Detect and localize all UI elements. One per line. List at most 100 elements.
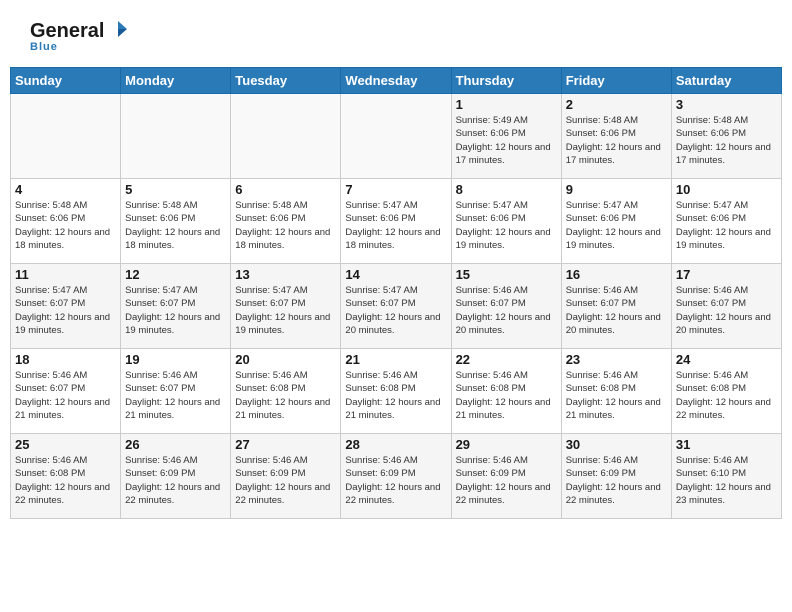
calendar-cell: 8 Sunrise: 5:47 AM Sunset: 6:06 PM Daylig… [451, 179, 561, 264]
logo-general: General [30, 20, 104, 43]
calendar-cell: 13 Sunrise: 5:47 AM Sunset: 6:07 PM Dayli… [231, 264, 341, 349]
day-number: 15 [456, 267, 557, 282]
calendar-cell [341, 94, 451, 179]
day-info: Sunrise: 5:47 AM Sunset: 6:06 PM Dayligh… [456, 199, 557, 252]
day-info: Sunrise: 5:46 AM Sunset: 6:09 PM Dayligh… [345, 454, 446, 507]
day-info: Sunrise: 5:47 AM Sunset: 6:06 PM Dayligh… [566, 199, 667, 252]
calendar-cell: 25 Sunrise: 5:46 AM Sunset: 6:08 PM Dayli… [11, 434, 121, 519]
day-number: 29 [456, 437, 557, 452]
day-number: 23 [566, 352, 667, 367]
calendar-cell [121, 94, 231, 179]
calendar-cell: 24 Sunrise: 5:46 AM Sunset: 6:08 PM Dayli… [671, 349, 781, 434]
calendar-cell: 19Sunrise: 5:46 AM Sunset: 6:07 PM Dayli… [121, 349, 231, 434]
day-info: Sunrise: 5:46 AM Sunset: 6:08 PM Dayligh… [456, 369, 557, 422]
day-number: 2 [566, 97, 667, 112]
day-number: 6 [235, 182, 336, 197]
dow-header-monday: Monday [121, 68, 231, 94]
day-info: Sunrise: 5:46 AM Sunset: 6:09 PM Dayligh… [566, 454, 667, 507]
day-info: Sunrise: 5:46 AM Sunset: 6:09 PM Dayligh… [235, 454, 336, 507]
day-info: Sunrise: 5:47 AM Sunset: 6:07 PM Dayligh… [235, 284, 336, 337]
day-info: Sunrise: 5:46 AM Sunset: 6:08 PM Dayligh… [15, 454, 116, 507]
calendar-table: SundayMondayTuesdayWednesdayThursdayFrid… [10, 67, 782, 519]
calendar-cell: 6Sunrise: 5:48 AM Sunset: 6:06 PM Daylig… [231, 179, 341, 264]
day-info: Sunrise: 5:46 AM Sunset: 6:08 PM Dayligh… [235, 369, 336, 422]
day-info: Sunrise: 5:46 AM Sunset: 6:08 PM Dayligh… [566, 369, 667, 422]
calendar-cell: 28 Sunrise: 5:46 AM Sunset: 6:09 PM Dayli… [341, 434, 451, 519]
calendar-cell: 27 Sunrise: 5:46 AM Sunset: 6:09 PM Dayli… [231, 434, 341, 519]
day-number: 21 [345, 352, 446, 367]
day-number: 7 [345, 182, 446, 197]
day-info: Sunrise: 5:47 AM Sunset: 6:07 PM Dayligh… [125, 284, 226, 337]
dow-header-saturday: Saturday [671, 68, 781, 94]
calendar-cell: 11 Sunrise: 5:47 AM Sunset: 6:07 PM Dayli… [11, 264, 121, 349]
calendar-cell: 1 Sunrise: 5:49 AM Sunset: 6:06 PM Daylig… [451, 94, 561, 179]
day-number: 13 [235, 267, 336, 282]
calendar-cell: 7 Sunrise: 5:47 AM Sunset: 6:06 PM Daylig… [341, 179, 451, 264]
dow-header-sunday: Sunday [11, 68, 121, 94]
day-number: 9 [566, 182, 667, 197]
calendar-cell: 12 Sunrise: 5:47 AM Sunset: 6:07 PM Dayli… [121, 264, 231, 349]
day-info: Sunrise: 5:46 AM Sunset: 6:10 PM Dayligh… [676, 454, 777, 507]
day-info: Sunrise: 5:49 AM Sunset: 6:06 PM Dayligh… [456, 114, 557, 167]
day-info: Sunrise: 5:46 AM Sunset: 6:07 PM Dayligh… [676, 284, 777, 337]
day-number: 12 [125, 267, 226, 282]
day-number: 30 [566, 437, 667, 452]
day-number: 8 [456, 182, 557, 197]
calendar-cell: 23 Sunrise: 5:46 AM Sunset: 6:08 PM Dayli… [561, 349, 671, 434]
calendar-cell: 17 Sunrise: 5:46 AM Sunset: 6:07 PM Dayli… [671, 264, 781, 349]
calendar-cell [11, 94, 121, 179]
logo-flag-icon [107, 19, 129, 41]
day-number: 17 [676, 267, 777, 282]
day-info: Sunrise: 5:46 AM Sunset: 6:07 PM Dayligh… [15, 369, 116, 422]
day-info: Sunrise: 5:46 AM Sunset: 6:08 PM Dayligh… [676, 369, 777, 422]
day-number: 5 [125, 182, 226, 197]
day-number: 14 [345, 267, 446, 282]
calendar-week-1: 1 Sunrise: 5:49 AM Sunset: 6:06 PM Daylig… [11, 94, 782, 179]
day-info: Sunrise: 5:47 AM Sunset: 6:06 PM Dayligh… [676, 199, 777, 252]
calendar-cell: 30 Sunrise: 5:46 AM Sunset: 6:09 PM Dayli… [561, 434, 671, 519]
calendar-cell: 15 Sunrise: 5:46 AM Sunset: 6:07 PM Dayli… [451, 264, 561, 349]
calendar-cell: 10 Sunrise: 5:47 AM Sunset: 6:06 PM Dayli… [671, 179, 781, 264]
dow-header-tuesday: Tuesday [231, 68, 341, 94]
calendar-cell: 31 Sunrise: 5:46 AM Sunset: 6:10 PM Dayli… [671, 434, 781, 519]
calendar-body: 1 Sunrise: 5:49 AM Sunset: 6:06 PM Daylig… [11, 94, 782, 519]
dow-header-friday: Friday [561, 68, 671, 94]
calendar-cell: 18 Sunrise: 5:46 AM Sunset: 6:07 PM Dayli… [11, 349, 121, 434]
day-info: Sunrise: 5:48 AM Sunset: 6:06 PM Dayligh… [566, 114, 667, 167]
day-info: Sunrise: 5:48 AM Sunset: 6:06 PM Dayligh… [15, 199, 116, 252]
day-info: Sunrise: 5:46 AM Sunset: 6:07 PM Dayligh… [125, 369, 226, 422]
day-number: 28 [345, 437, 446, 452]
calendar-cell: 5Sunrise: 5:48 AM Sunset: 6:06 PM Daylig… [121, 179, 231, 264]
dow-header-wednesday: Wednesday [341, 68, 451, 94]
day-number: 16 [566, 267, 667, 282]
day-number: 10 [676, 182, 777, 197]
day-info: Sunrise: 5:47 AM Sunset: 6:06 PM Dayligh… [345, 199, 446, 252]
day-number: 26 [125, 437, 226, 452]
day-number: 18 [15, 352, 116, 367]
day-number: 31 [676, 437, 777, 452]
day-info: Sunrise: 5:46 AM Sunset: 6:07 PM Dayligh… [456, 284, 557, 337]
day-number: 22 [456, 352, 557, 367]
calendar-week-4: 18 Sunrise: 5:46 AM Sunset: 6:07 PM Dayli… [11, 349, 782, 434]
logo-blue: Blue [30, 41, 58, 53]
calendar-cell: 26 Sunrise: 5:46 AM Sunset: 6:09 PM Dayli… [121, 434, 231, 519]
day-number: 1 [456, 97, 557, 112]
calendar-cell: 4Sunrise: 5:48 AM Sunset: 6:06 PM Daylig… [11, 179, 121, 264]
day-number: 25 [15, 437, 116, 452]
day-number: 11 [15, 267, 116, 282]
day-info: Sunrise: 5:46 AM Sunset: 6:08 PM Dayligh… [345, 369, 446, 422]
day-number: 20 [235, 352, 336, 367]
calendar-cell: 2 Sunrise: 5:48 AM Sunset: 6:06 PM Daylig… [561, 94, 671, 179]
calendar-cell: 29 Sunrise: 5:46 AM Sunset: 6:09 PM Dayli… [451, 434, 561, 519]
day-number: 24 [676, 352, 777, 367]
calendar-cell: 21 Sunrise: 5:46 AM Sunset: 6:08 PM Dayli… [341, 349, 451, 434]
day-info: Sunrise: 5:46 AM Sunset: 6:09 PM Dayligh… [125, 454, 226, 507]
day-info: Sunrise: 5:46 AM Sunset: 6:09 PM Dayligh… [456, 454, 557, 507]
day-number: 27 [235, 437, 336, 452]
calendar-header: SundayMondayTuesdayWednesdayThursdayFrid… [11, 68, 782, 94]
calendar-cell: 20 Sunrise: 5:46 AM Sunset: 6:08 PM Dayli… [231, 349, 341, 434]
day-info: Sunrise: 5:47 AM Sunset: 6:07 PM Dayligh… [15, 284, 116, 337]
calendar-week-5: 25 Sunrise: 5:46 AM Sunset: 6:08 PM Dayli… [11, 434, 782, 519]
calendar-cell: 14Sunrise: 5:47 AM Sunset: 6:07 PM Dayli… [341, 264, 451, 349]
calendar-week-2: 4Sunrise: 5:48 AM Sunset: 6:06 PM Daylig… [11, 179, 782, 264]
